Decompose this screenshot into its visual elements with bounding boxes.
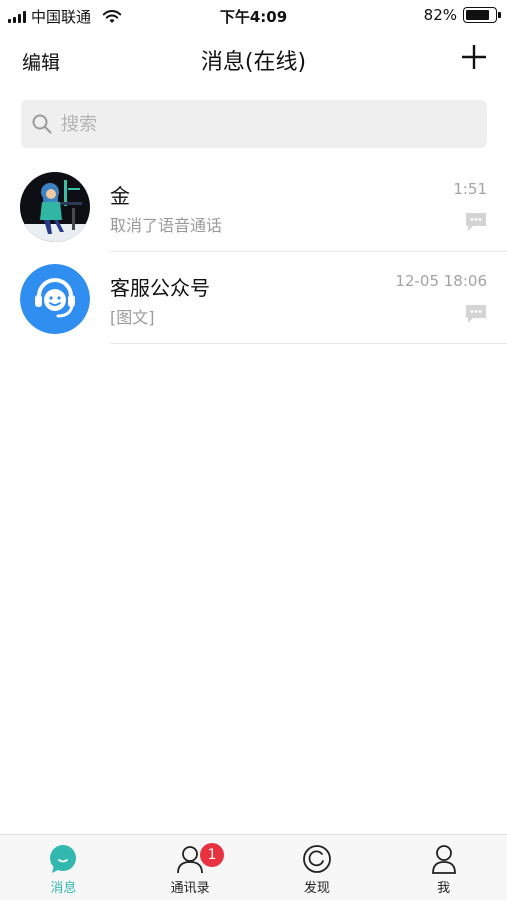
status-right: 82% (423, 6, 501, 24)
tab-label: 发现 (303, 881, 330, 896)
conversation-name: 金 (110, 184, 130, 208)
search-bar[interactable] (21, 100, 487, 148)
list-item[interactable]: 客服公众号 [图文] 12-05 18:06 (0, 252, 507, 344)
tab-messages[interactable]: 消息 (0, 835, 127, 900)
search-icon (32, 114, 52, 134)
notification-badge: 1 (200, 843, 225, 867)
conversation-time: 1:51 (453, 180, 487, 198)
tab-contacts[interactable]: 1 通讯录 (127, 835, 254, 900)
chat-bubble-icon (50, 845, 77, 873)
illustrated-person-avatar (20, 172, 90, 242)
discover-icon (302, 845, 331, 873)
divider (110, 343, 507, 344)
plus-icon[interactable] (459, 42, 489, 72)
profile-icon (431, 845, 456, 874)
message-icon (466, 305, 486, 323)
tab-discover[interactable]: 发现 (254, 835, 381, 900)
nav-bar: 编辑 消息(在线) (0, 30, 507, 90)
tab-label: 通讯录 (170, 881, 210, 896)
battery-fill (466, 10, 489, 20)
conversation-list: 金 取消了语音通话 1:51 客服公众号 [图文] 12-05 18:06 (0, 160, 507, 344)
battery-percent: 82% (423, 6, 457, 24)
conversation-name: 客服公众号 (110, 276, 210, 300)
tab-me[interactable]: 我 (380, 835, 507, 900)
tab-bar: 消息 1 通讯录 发现 我 (0, 834, 507, 900)
page-title: 消息(在线) (200, 50, 307, 75)
tab-label: 我 (437, 881, 451, 896)
message-icon (466, 213, 486, 231)
conversation-time: 12-05 18:06 (395, 272, 487, 290)
tab-label: 消息 (50, 881, 77, 896)
conversation-preview: 取消了语音通话 (110, 216, 223, 235)
headset-service-avatar (20, 264, 90, 334)
battery-icon (463, 7, 501, 23)
search-input[interactable] (61, 113, 461, 135)
conversation-preview: [图文] (110, 308, 155, 327)
list-item[interactable]: 金 取消了语音通话 1:51 (0, 160, 507, 252)
status-bar: 中国联通 下午4:09 82% (0, 0, 507, 30)
